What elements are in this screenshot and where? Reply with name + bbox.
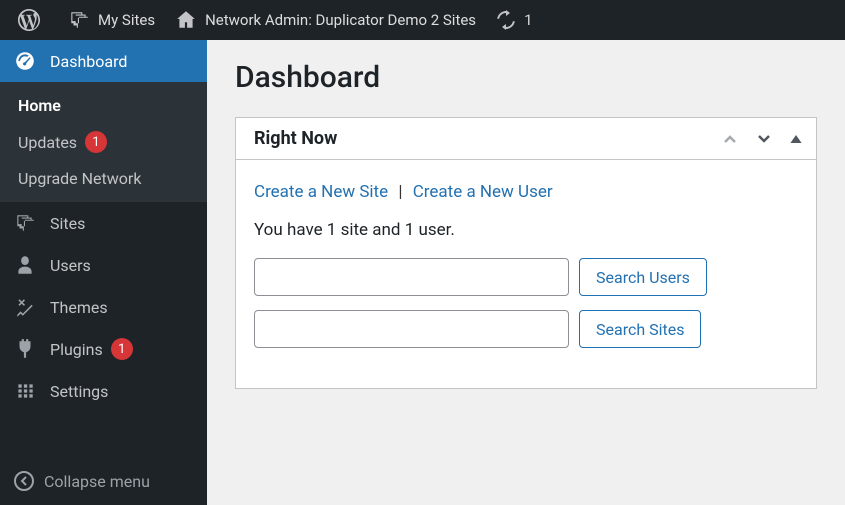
menu-users[interactable]: Users xyxy=(0,244,207,286)
move-up-button[interactable] xyxy=(720,129,740,149)
search-sites-button[interactable]: Search Sites xyxy=(579,310,701,348)
menu-dashboard-label: Dashboard xyxy=(50,52,127,71)
postbox-header: Right Now xyxy=(236,118,816,160)
menu-sites[interactable]: Sites xyxy=(0,202,207,244)
link-divider: | xyxy=(398,182,402,202)
search-users-row: Search Users xyxy=(254,258,798,296)
menu-plugins-label: Plugins xyxy=(50,340,103,359)
right-now-box: Right Now Create a New Site | xyxy=(235,117,817,389)
network-admin[interactable]: Network Admin: Duplicator Demo 2 Sites xyxy=(165,0,486,40)
updates-badge: 1 xyxy=(85,131,107,153)
my-sites-label: My Sites xyxy=(98,11,155,29)
refresh[interactable]: 1 xyxy=(486,0,542,40)
menu-dashboard[interactable]: Dashboard xyxy=(0,40,207,82)
network-admin-label: Network Admin: Duplicator Demo 2 Sites xyxy=(205,11,476,29)
chevron-up-icon xyxy=(720,129,740,149)
move-down-button[interactable] xyxy=(754,129,774,149)
menu-settings-label: Settings xyxy=(50,382,108,401)
chevron-down-icon xyxy=(754,129,774,149)
sites-menu-icon xyxy=(14,212,36,234)
admin-bar: My Sites Network Admin: Duplicator Demo … xyxy=(0,0,845,40)
submenu-upgrade-label: Upgrade Network xyxy=(18,169,141,188)
wordpress-icon xyxy=(18,9,40,31)
wp-logo[interactable] xyxy=(8,0,58,40)
menu-plugins[interactable]: Plugins 1 xyxy=(0,328,207,370)
quick-links: Create a New Site | Create a New User xyxy=(254,182,798,202)
search-users-input[interactable] xyxy=(254,258,569,296)
submenu-updates[interactable]: Updates 1 xyxy=(0,123,207,161)
users-icon xyxy=(14,254,36,276)
main-content: Dashboard Right Now Cr xyxy=(207,40,845,505)
dashboard-submenu: Home Updates 1 Upgrade Network xyxy=(0,82,207,202)
create-site-link[interactable]: Create a New Site xyxy=(254,182,388,202)
summary-text: You have 1 site and 1 user. xyxy=(254,220,798,240)
submenu-home[interactable]: Home xyxy=(0,88,207,123)
dashboard-icon xyxy=(14,50,36,72)
plugins-badge: 1 xyxy=(111,338,133,360)
submenu-updates-label: Updates xyxy=(18,133,77,152)
triangle-up-icon xyxy=(788,131,804,147)
collapse-icon xyxy=(14,471,34,491)
refresh-icon xyxy=(496,10,516,30)
settings-icon xyxy=(14,380,36,402)
page-title: Dashboard xyxy=(235,60,817,95)
collapse-menu[interactable]: Collapse menu xyxy=(0,457,207,505)
menu-sites-label: Sites xyxy=(50,214,85,233)
menu-themes-label: Themes xyxy=(50,298,108,317)
postbox-controls xyxy=(720,129,804,149)
sites-icon xyxy=(68,9,90,31)
menu-settings[interactable]: Settings xyxy=(0,370,207,412)
themes-icon xyxy=(14,296,36,318)
postbox-title: Right Now xyxy=(254,128,337,149)
plugins-icon xyxy=(14,338,36,360)
collapse-label: Collapse menu xyxy=(44,472,150,491)
menu-themes[interactable]: Themes xyxy=(0,286,207,328)
search-sites-row: Search Sites xyxy=(254,310,798,348)
toggle-panel-button[interactable] xyxy=(788,131,804,147)
admin-sidebar: Dashboard Home Updates 1 Upgrade Network… xyxy=(0,40,207,505)
search-sites-input[interactable] xyxy=(254,310,569,348)
submenu-home-label: Home xyxy=(18,96,61,115)
create-user-link[interactable]: Create a New User xyxy=(413,182,553,202)
current-pointer xyxy=(207,51,217,71)
home-icon xyxy=(175,9,197,31)
submenu-upgrade-network[interactable]: Upgrade Network xyxy=(0,161,207,196)
refresh-count: 1 xyxy=(524,11,532,29)
search-users-button[interactable]: Search Users xyxy=(579,258,707,296)
menu-users-label: Users xyxy=(50,256,91,275)
postbox-body: Create a New Site | Create a New User Yo… xyxy=(236,160,816,388)
my-sites[interactable]: My Sites xyxy=(58,0,165,40)
